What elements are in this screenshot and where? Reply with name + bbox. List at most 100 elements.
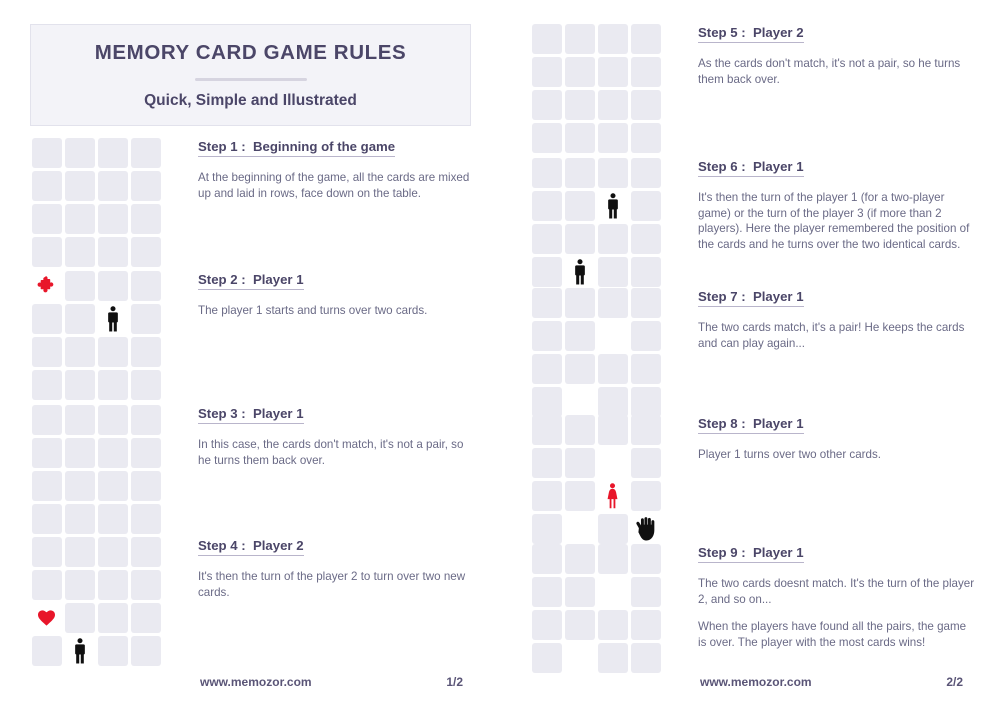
- card-face-down[interactable]: [130, 569, 161, 600]
- card-face-down[interactable]: [564, 56, 595, 87]
- card-face-down[interactable]: [630, 447, 661, 478]
- card-face-down[interactable]: [531, 320, 562, 351]
- card-face-down[interactable]: [630, 543, 661, 574]
- card-face-down[interactable]: [597, 414, 628, 445]
- card-face-down[interactable]: [564, 223, 595, 254]
- card-face-down[interactable]: [531, 256, 562, 287]
- card-face-down[interactable]: [564, 23, 595, 54]
- card-face-down[interactable]: [597, 287, 628, 318]
- card-face-down[interactable]: [97, 369, 128, 400]
- card-face-down[interactable]: [130, 270, 161, 301]
- card-face-down[interactable]: [531, 543, 562, 574]
- card-face-down[interactable]: [564, 89, 595, 120]
- card-face-down[interactable]: [97, 203, 128, 234]
- card-face-down[interactable]: [31, 236, 62, 267]
- card-face-down[interactable]: [31, 503, 62, 534]
- card-face-down[interactable]: [531, 190, 562, 221]
- card-face-down[interactable]: [531, 89, 562, 120]
- card-face-down[interactable]: [97, 404, 128, 435]
- card-face-down[interactable]: [597, 56, 628, 87]
- card-removed[interactable]: [597, 576, 628, 607]
- card-face-down[interactable]: [97, 470, 128, 501]
- card-face-down[interactable]: [597, 256, 628, 287]
- card-face-down[interactable]: [531, 642, 562, 673]
- card-face-down[interactable]: [31, 303, 62, 334]
- card-face-up[interactable]: [97, 303, 128, 334]
- card-face-down[interactable]: [64, 503, 95, 534]
- card-removed[interactable]: [597, 320, 628, 351]
- card-face-down[interactable]: [97, 336, 128, 367]
- card-face-down[interactable]: [630, 56, 661, 87]
- card-face-down[interactable]: [630, 287, 661, 318]
- card-face-down[interactable]: [531, 287, 562, 318]
- card-face-down[interactable]: [531, 513, 562, 544]
- card-face-down[interactable]: [531, 223, 562, 254]
- card-removed[interactable]: [564, 513, 595, 544]
- card-face-down[interactable]: [564, 157, 595, 188]
- card-face-up[interactable]: [597, 480, 628, 511]
- card-face-down[interactable]: [130, 137, 161, 168]
- card-face-down[interactable]: [130, 404, 161, 435]
- card-face-down[interactable]: [130, 503, 161, 534]
- card-face-down[interactable]: [597, 386, 628, 417]
- card-face-up[interactable]: [597, 190, 628, 221]
- card-face-down[interactable]: [630, 89, 661, 120]
- card-face-down[interactable]: [630, 414, 661, 445]
- card-face-down[interactable]: [531, 157, 562, 188]
- card-face-down[interactable]: [564, 287, 595, 318]
- card-face-down[interactable]: [630, 190, 661, 221]
- card-face-down[interactable]: [31, 536, 62, 567]
- card-removed[interactable]: [597, 447, 628, 478]
- card-face-down[interactable]: [564, 576, 595, 607]
- card-face-down[interactable]: [31, 437, 62, 468]
- card-face-down[interactable]: [597, 642, 628, 673]
- card-face-down[interactable]: [531, 353, 562, 384]
- card-face-down[interactable]: [130, 203, 161, 234]
- card-face-down[interactable]: [531, 386, 562, 417]
- card-face-down[interactable]: [64, 170, 95, 201]
- card-face-down[interactable]: [97, 569, 128, 600]
- card-face-down[interactable]: [531, 414, 562, 445]
- card-face-down[interactable]: [630, 353, 661, 384]
- card-face-down[interactable]: [130, 170, 161, 201]
- card-face-down[interactable]: [531, 576, 562, 607]
- card-face-down[interactable]: [531, 56, 562, 87]
- card-face-down[interactable]: [564, 353, 595, 384]
- card-face-down[interactable]: [630, 256, 661, 287]
- card-face-down[interactable]: [130, 236, 161, 267]
- card-face-down[interactable]: [564, 414, 595, 445]
- card-face-down[interactable]: [597, 223, 628, 254]
- card-removed[interactable]: [564, 642, 595, 673]
- card-face-down[interactable]: [31, 137, 62, 168]
- card-face-down[interactable]: [531, 609, 562, 640]
- card-face-down[interactable]: [130, 635, 161, 666]
- card-face-down[interactable]: [630, 609, 661, 640]
- card-face-down[interactable]: [31, 635, 62, 666]
- card-face-down[interactable]: [64, 203, 95, 234]
- card-face-down[interactable]: [531, 23, 562, 54]
- card-face-down[interactable]: [564, 447, 595, 478]
- card-face-down[interactable]: [31, 203, 62, 234]
- card-face-down[interactable]: [630, 480, 661, 511]
- card-face-down[interactable]: [130, 536, 161, 567]
- card-face-down[interactable]: [31, 470, 62, 501]
- card-face-down[interactable]: [97, 635, 128, 666]
- card-face-down[interactable]: [31, 369, 62, 400]
- card-face-down[interactable]: [597, 157, 628, 188]
- card-face-down[interactable]: [630, 320, 661, 351]
- card-face-down[interactable]: [64, 404, 95, 435]
- card-face-down[interactable]: [31, 170, 62, 201]
- footer-website[interactable]: www.memozor.com: [200, 675, 312, 689]
- card-removed[interactable]: [564, 386, 595, 417]
- card-face-down[interactable]: [97, 170, 128, 201]
- card-face-down[interactable]: [31, 404, 62, 435]
- card-face-down[interactable]: [97, 137, 128, 168]
- card-face-down[interactable]: [64, 336, 95, 367]
- card-face-down[interactable]: [130, 369, 161, 400]
- card-face-down[interactable]: [31, 336, 62, 367]
- card-face-down[interactable]: [597, 353, 628, 384]
- card-face-down[interactable]: [597, 543, 628, 574]
- card-face-down[interactable]: [630, 642, 661, 673]
- footer-website[interactable]: www.memozor.com: [700, 675, 812, 689]
- card-face-down[interactable]: [597, 23, 628, 54]
